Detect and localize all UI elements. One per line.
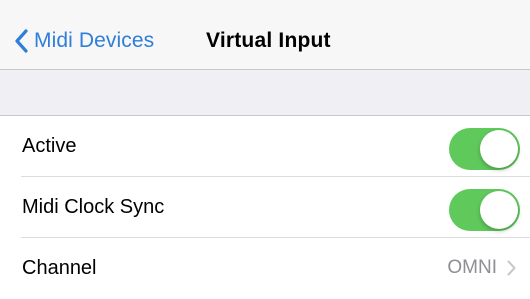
- chevron-right-icon: [507, 260, 516, 276]
- chevron-left-icon: [14, 29, 28, 53]
- toggle-knob: [480, 130, 518, 168]
- active-label: Active: [22, 135, 77, 157]
- midi-clock-sync-row: Midi Clock Sync: [0, 178, 530, 238]
- row-separator: [21, 176, 530, 177]
- channel-row[interactable]: Channel OMNI: [0, 239, 530, 299]
- midi-clock-sync-toggle[interactable]: [449, 189, 520, 231]
- navigation-bar: Midi Devices Virtual Input: [0, 0, 530, 70]
- page-title: Virtual Input: [206, 29, 331, 52]
- row-separator: [21, 237, 530, 238]
- channel-detail: OMNI: [447, 257, 516, 279]
- back-button[interactable]: Midi Devices: [14, 24, 154, 58]
- toggle-knob: [480, 191, 518, 229]
- section-spacer: [0, 70, 530, 116]
- active-row: Active: [0, 117, 530, 177]
- channel-label: Channel: [22, 257, 97, 279]
- channel-value: OMNI: [447, 257, 497, 278]
- active-toggle[interactable]: [449, 128, 520, 170]
- back-button-label: Midi Devices: [34, 29, 155, 52]
- midi-clock-sync-label: Midi Clock Sync: [22, 196, 165, 218]
